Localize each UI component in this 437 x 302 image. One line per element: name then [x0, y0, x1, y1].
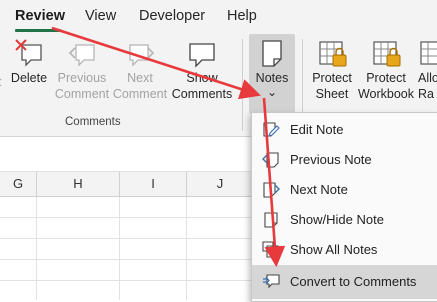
notes-dropdown-menu: Edit Note Previous Note Next Note Show/H… — [251, 112, 437, 302]
show-comments-label-1: Show — [186, 71, 218, 85]
previous-note-icon — [262, 152, 279, 168]
protect-workbook-icon — [373, 41, 401, 67]
allow-edit-ranges-label-1: Allo — [418, 71, 437, 85]
menu-item-label: Convert to Comments — [290, 274, 417, 289]
next-comment-label-2: Comment — [112, 87, 168, 101]
menu-item-show-all-notes[interactable]: Show All Notes — [252, 235, 437, 265]
menu-item-next-note[interactable]: Next Note — [252, 175, 437, 205]
comments-group-label: Comments — [65, 116, 121, 128]
next-comment-label-1: Next — [127, 71, 153, 85]
menu-item-edit-note[interactable]: Edit Note — [252, 115, 437, 145]
chevron-down-icon: ⌄ — [266, 85, 278, 99]
tab-help[interactable]: Help — [227, 8, 257, 24]
menu-item-label: Next Note — [290, 182, 348, 197]
protect-sheet-label-2: Sheet — [315, 87, 349, 101]
previous-comment-label-1: Previous — [57, 71, 107, 85]
allow-edit-ranges-button[interactable]: Allo Ra — [418, 38, 437, 102]
delete-comment-button[interactable]: Delete — [8, 38, 50, 86]
tab-view[interactable]: View — [85, 8, 116, 24]
protect-workbook-label-2: Workbook — [357, 87, 415, 101]
previous-comment-icon — [68, 44, 95, 67]
show-all-notes-icon — [262, 241, 279, 258]
menu-item-label: Show All Notes — [290, 242, 378, 257]
menu-item-label: Show/Hide Note — [290, 212, 384, 227]
show-comments-icon — [189, 43, 215, 68]
grid-line — [186, 197, 187, 300]
delete-label: Delete — [10, 71, 48, 85]
grid-line — [119, 197, 120, 300]
edit-note-icon — [263, 122, 280, 137]
tab-developer[interactable]: Developer — [139, 8, 205, 24]
menu-item-show-hide-note[interactable]: Show/Hide Note — [252, 205, 437, 235]
next-comment-icon — [129, 44, 155, 67]
show-comments-button[interactable]: Show Comments — [170, 38, 234, 102]
notes-button-content[interactable]: Notes ⌄ — [249, 38, 295, 98]
allow-edit-ranges-label-2: Ra — [418, 87, 434, 101]
show-comments-label-2: Comments — [171, 87, 233, 101]
menu-item-convert-to-comments[interactable]: Convert to Comments — [252, 265, 437, 299]
protect-workbook-button[interactable]: Protect Workbook — [354, 38, 418, 102]
protect-workbook-label-1: Protect — [366, 71, 406, 85]
allow-edit-ranges-icon — [420, 41, 437, 65]
menu-item-previous-note[interactable]: Previous Note — [252, 145, 437, 175]
cut-off-label-fragment: t — [0, 74, 8, 90]
next-note-icon — [263, 182, 280, 198]
tab-review[interactable]: Review — [15, 8, 65, 24]
menu-item-label: Edit Note — [290, 122, 344, 137]
column-header-g[interactable]: G — [0, 172, 37, 196]
column-header-i[interactable]: I — [120, 172, 187, 196]
protect-sheet-icon — [319, 41, 347, 67]
convert-to-comments-icon — [263, 274, 280, 289]
previous-comment-label-2: Comment — [54, 87, 110, 101]
protect-sheet-label-1: Protect — [312, 71, 352, 85]
delete-comment-icon — [15, 39, 42, 67]
group-separator — [242, 39, 243, 131]
ribbon-tab-bar: Review View Developer Help — [0, 0, 437, 34]
next-comment-button[interactable]: Next Comment — [112, 38, 168, 102]
column-header-j[interactable]: J — [187, 172, 254, 196]
protect-sheet-button[interactable]: Protect Sheet — [308, 38, 356, 102]
notes-label: Notes — [255, 71, 289, 85]
grid-line — [36, 197, 37, 300]
column-header-h[interactable]: H — [37, 172, 120, 196]
active-tab-underline — [15, 29, 61, 32]
menu-item-label: Previous Note — [290, 152, 372, 167]
note-icon — [262, 40, 282, 67]
show-hide-note-icon — [264, 212, 278, 228]
previous-comment-button[interactable]: Previous Comment — [54, 38, 110, 102]
